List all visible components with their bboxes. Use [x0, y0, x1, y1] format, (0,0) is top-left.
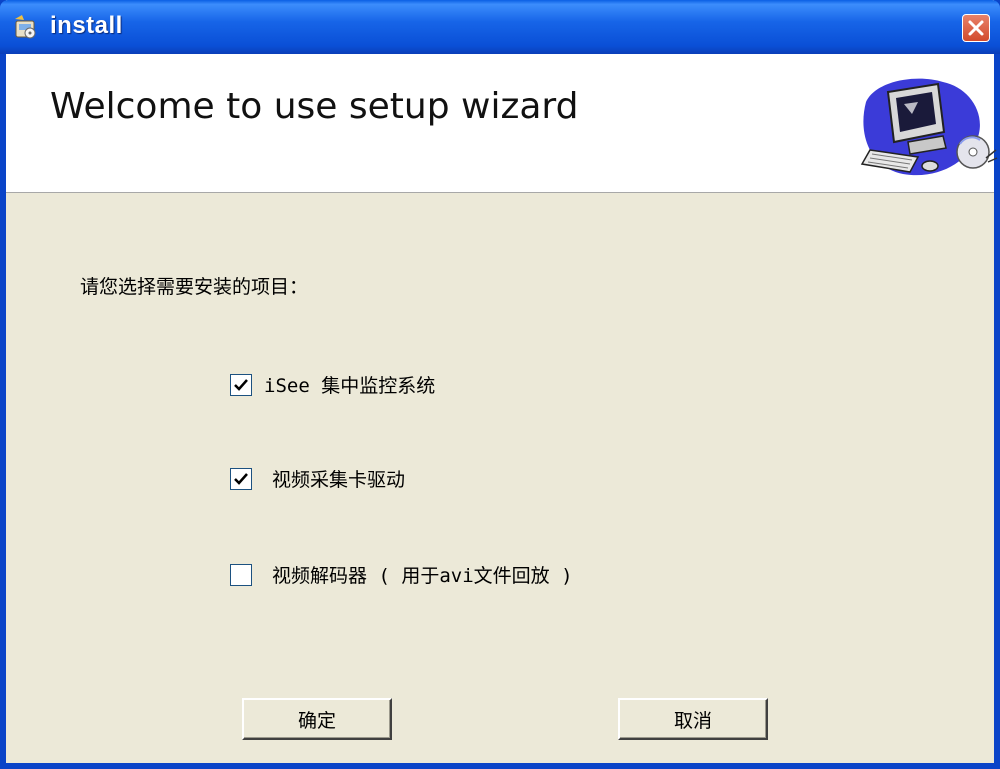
- page-title: Welcome to use setup wizard: [50, 86, 579, 127]
- checkbox-video-decoder[interactable]: [230, 563, 252, 586]
- cancel-button[interactable]: 取消: [618, 698, 768, 740]
- option-capture-card-driver[interactable]: 视频采集卡驱动: [230, 465, 405, 492]
- computer-setup-illustration: [848, 62, 998, 182]
- install-window: install Welcome to use setup wizard 请您选择…: [0, 0, 1000, 769]
- title-bar[interactable]: install: [0, 0, 1000, 54]
- header-panel: Welcome to use setup wizard: [6, 54, 998, 193]
- checkbox-capture-card-driver[interactable]: [230, 467, 252, 490]
- installer-app-icon: [12, 13, 40, 41]
- checkmark-icon: [234, 378, 248, 391]
- window-title: install: [50, 12, 123, 39]
- option-isee-monitoring[interactable]: iSee 集中监控系统: [230, 371, 435, 398]
- option-video-decoder[interactable]: 视频解码器 ( 用于avi文件回放 ): [230, 561, 573, 588]
- option-label: iSee 集中监控系统: [264, 375, 436, 397]
- close-icon: [968, 20, 984, 36]
- option-label: 视频采集卡驱动: [272, 469, 406, 491]
- checkmark-icon: [234, 472, 248, 485]
- close-button[interactable]: [962, 14, 990, 42]
- selection-prompt: 请您选择需要安装的项目：: [80, 276, 309, 298]
- checkbox-isee-monitoring[interactable]: [230, 373, 252, 396]
- ok-button[interactable]: 确定: [242, 698, 392, 740]
- option-label: 视频解码器 ( 用于avi文件回放 ): [272, 565, 573, 587]
